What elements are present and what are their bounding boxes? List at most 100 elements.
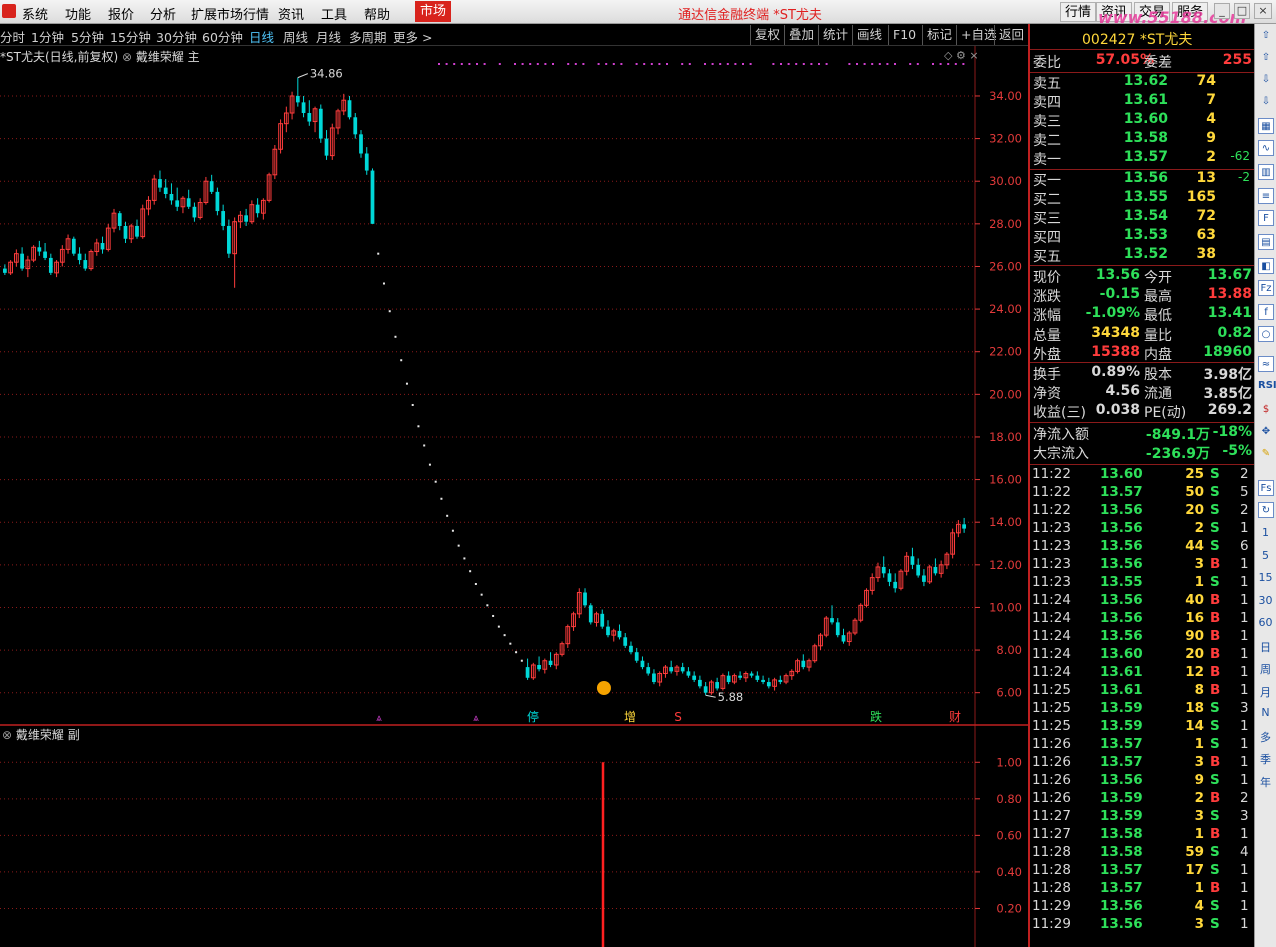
side-period-9[interactable]: 多 <box>1255 729 1276 745</box>
side-period-10[interactable]: 季 <box>1255 751 1276 767</box>
statistics-button[interactable]: 统计 <box>818 25 852 45</box>
tick-row[interactable]: 11:28 13.57 1 B 1 <box>1030 880 1254 898</box>
ask-level-row[interactable]: 卖一 13.57 2 -62 <box>1030 149 1254 168</box>
wave-icon[interactable]: ≈ <box>1258 356 1274 372</box>
tick-row[interactable]: 11:22 13.60 25 S 2 <box>1030 466 1254 484</box>
tick-row[interactable]: 11:29 13.56 4 S 1 <box>1030 898 1254 916</box>
side-period-11[interactable]: 年 <box>1255 774 1276 790</box>
minimize-icon[interactable]: _ <box>1214 3 1230 19</box>
tick-row[interactable]: 11:26 13.59 2 B 2 <box>1030 790 1254 808</box>
tick-row[interactable]: 11:23 13.56 2 S 1 <box>1030 520 1254 538</box>
tick-row[interactable]: 11:25 13.61 8 B 1 <box>1030 682 1254 700</box>
main-indicator-name[interactable]: 戴维荣耀 主 <box>136 50 200 64</box>
arrow-up-icon[interactable]: ⇧ <box>1258 28 1274 44</box>
tick-row[interactable]: 11:24 13.56 90 B 1 <box>1030 628 1254 646</box>
overlay-button[interactable]: 叠加 <box>784 25 818 45</box>
tick-row[interactable]: 11:24 13.56 40 B 1 <box>1030 592 1254 610</box>
bid-level-row[interactable]: 买三 13.54 72 <box>1030 208 1254 227</box>
period-tab-1min[interactable]: 1分钟 <box>31 27 64 46</box>
side-period-8[interactable]: N <box>1255 706 1276 719</box>
tick-row[interactable]: 11:25 13.59 18 S 3 <box>1030 700 1254 718</box>
ask-level-row[interactable]: 卖五 13.62 74 <box>1030 73 1254 92</box>
maximize-icon[interactable]: □ <box>1234 3 1250 19</box>
function-icon[interactable]: f <box>1258 304 1274 320</box>
side-period-3[interactable]: 30 <box>1255 594 1276 607</box>
arrow-down-icon[interactable]: ⇩ <box>1258 94 1274 110</box>
sub-indicator-name[interactable]: 戴维荣耀 副 <box>16 728 80 742</box>
fs-icon[interactable]: Fs <box>1258 480 1274 496</box>
ask-level-row[interactable]: 卖二 13.58 9 <box>1030 130 1254 149</box>
rsi-icon[interactable]: RSI <box>1258 378 1276 394</box>
menu-analysis[interactable]: 分析 <box>150 4 176 23</box>
pencil-icon[interactable]: ✎ <box>1258 446 1274 462</box>
period-tab-60min[interactable]: 60分钟 <box>202 27 243 46</box>
bid-level-row[interactable]: 买四 13.53 63 <box>1030 227 1254 246</box>
period-tab-daily[interactable]: 日线 <box>249 27 274 46</box>
ask-level-row[interactable]: 卖三 13.60 4 <box>1030 111 1254 130</box>
side-period-6[interactable]: 周 <box>1255 661 1276 677</box>
side-period-7[interactable]: 月 <box>1255 684 1276 700</box>
tick-row[interactable]: 11:29 13.56 3 S 1 <box>1030 916 1254 934</box>
menu-system[interactable]: 系统 <box>22 4 48 23</box>
period-tab-intraday[interactable]: 分时 <box>0 27 25 46</box>
tick-row[interactable]: 11:22 13.56 20 S 2 <box>1030 502 1254 520</box>
table-icon[interactable]: ▤ <box>1258 234 1274 250</box>
menu-function[interactable]: 功能 <box>65 4 91 23</box>
arrow-down-icon[interactable]: ⇩ <box>1258 72 1274 88</box>
news-icon[interactable]: ◧ <box>1258 258 1274 274</box>
refresh-icon[interactable]: ↻ <box>1258 502 1274 518</box>
tick-row[interactable]: 11:28 13.58 59 S 4 <box>1030 844 1254 862</box>
tick-row[interactable]: 11:23 13.56 44 S 6 <box>1030 538 1254 556</box>
side-period-4[interactable]: 60 <box>1255 616 1276 629</box>
menu-help[interactable]: 帮助 <box>364 4 390 23</box>
tick-row[interactable]: 11:22 13.57 50 S 5 <box>1030 484 1254 502</box>
tick-row[interactable]: 11:28 13.57 17 S 1 <box>1030 862 1254 880</box>
menu-quote[interactable]: 报价 <box>108 4 134 23</box>
bid-level-row[interactable]: 买二 13.55 165 <box>1030 189 1254 208</box>
move-icon[interactable]: ✥ <box>1258 424 1274 440</box>
period-tab-weekly[interactable]: 周线 <box>283 27 308 46</box>
period-tab-15min[interactable]: 15分钟 <box>110 27 151 46</box>
menu-tools[interactable]: 工具 <box>321 4 347 23</box>
candle-icon[interactable]: ▥ <box>1258 164 1274 180</box>
side-period-2[interactable]: 15 <box>1255 571 1276 584</box>
sub-collapse-icon[interactable]: ⊗ <box>2 728 12 742</box>
arrow-up-icon[interactable]: ⇧ <box>1258 50 1274 66</box>
draw-line-button[interactable]: 画线 <box>852 25 886 45</box>
ask-level-row[interactable]: 卖四 13.61 7 <box>1030 92 1254 111</box>
tick-row[interactable]: 11:26 13.56 9 S 1 <box>1030 772 1254 790</box>
dollar-icon[interactable]: $ <box>1258 402 1274 418</box>
chart-controls[interactable]: ◇ ⚙ × <box>944 49 979 62</box>
tick-row[interactable]: 11:23 13.56 3 B 1 <box>1030 556 1254 574</box>
tick-row[interactable]: 11:27 13.59 3 S 3 <box>1030 808 1254 826</box>
tick-row[interactable]: 11:23 13.55 1 S 1 <box>1030 574 1254 592</box>
f10-icon[interactable]: F <box>1258 210 1274 226</box>
tick-row[interactable]: 11:27 13.58 1 B 1 <box>1030 826 1254 844</box>
f10-button[interactable]: F10 <box>888 25 920 45</box>
bid-level-row[interactable]: 买一 13.56 13 -2 <box>1030 170 1254 189</box>
side-period-0[interactable]: 1 <box>1255 526 1276 539</box>
tick-row[interactable]: 11:26 13.57 1 S 1 <box>1030 736 1254 754</box>
side-period-1[interactable]: 5 <box>1255 549 1276 562</box>
bid-level-row[interactable]: 买五 13.52 38 <box>1030 246 1254 265</box>
period-tab-30min[interactable]: 30分钟 <box>156 27 197 46</box>
period-tab-more[interactable]: 更多 > <box>393 27 432 46</box>
period-tab-multi[interactable]: 多周期 <box>349 27 387 46</box>
market-button[interactable]: 市场 <box>415 1 451 22</box>
tick-row[interactable]: 11:24 13.56 16 B 1 <box>1030 610 1254 628</box>
back-button[interactable]: 返回 <box>994 25 1028 45</box>
grid-icon[interactable]: ▦ <box>1258 118 1274 134</box>
side-period-5[interactable]: 日 <box>1255 639 1276 655</box>
list-icon[interactable]: ≡ <box>1258 188 1274 204</box>
tick-row[interactable]: 11:26 13.57 3 B 1 <box>1030 754 1254 772</box>
mark-button[interactable]: 标记 <box>922 25 956 45</box>
menu-news[interactable]: 资讯 <box>278 4 304 23</box>
tick-row[interactable]: 11:24 13.60 20 B 1 <box>1030 646 1254 664</box>
kline-chart-area[interactable]: 34.86 5.88 停 增 S 跌 财 ⩓ ⩓ 34.00 32.00 30.00 28.00 26.… <box>0 46 1028 947</box>
period-tab-5min[interactable]: 5分钟 <box>71 27 104 46</box>
adjust-button[interactable]: 复权 <box>750 25 784 45</box>
circle-icon[interactable]: ○ <box>1258 326 1274 342</box>
quote-tab-button[interactable]: 行情 <box>1060 2 1097 22</box>
fz-icon[interactable]: Fz <box>1258 280 1274 296</box>
line-chart-icon[interactable]: ∿ <box>1258 140 1274 156</box>
